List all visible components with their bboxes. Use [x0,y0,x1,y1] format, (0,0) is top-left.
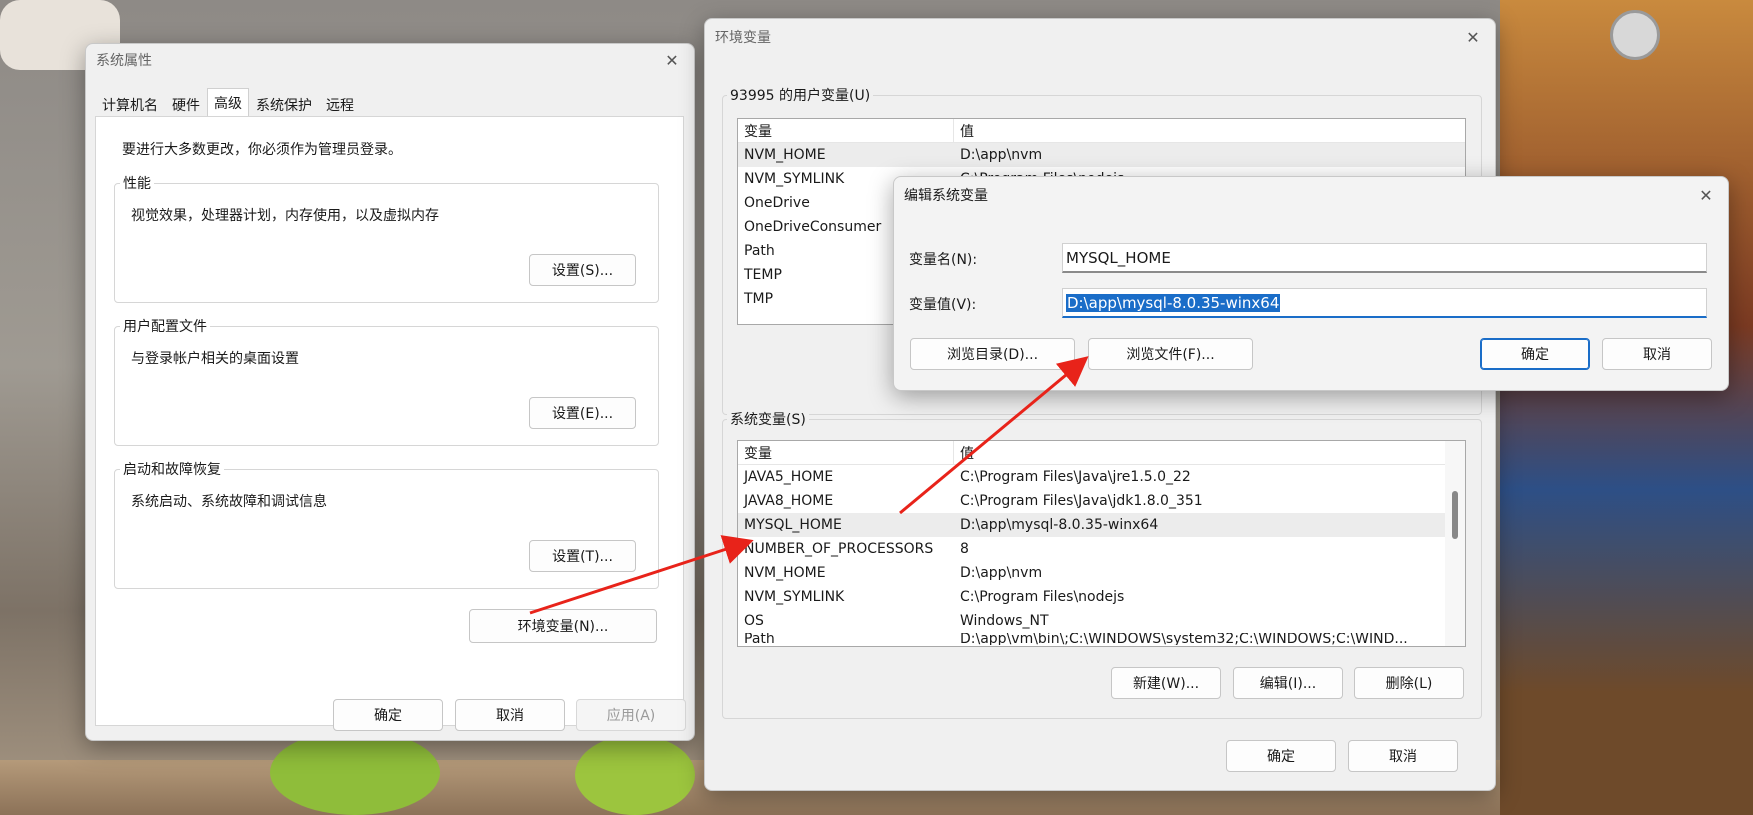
variable-value-selected-text: D:\app\mysql-8.0.35-winx64 [1066,293,1281,312]
performance-settings-button[interactable]: 设置(S)... [529,254,636,286]
startup-recovery-settings-button[interactable]: 设置(T)... [529,540,636,572]
variable-name-input[interactable]: MYSQL_HOME [1062,243,1707,273]
delete-button[interactable]: 删除(L) [1354,667,1464,699]
ok-button[interactable]: 确定 [1226,740,1336,772]
list-item[interactable]: Path D:\app\vm\bin\;C:\WINDOWS\system32;C… [738,633,1465,645]
system-properties-window: 系统属性 ✕ 计算机名 硬件 高级 系统保护 远程 要进行大多数更改，你必须作为… [85,43,695,741]
column-header-value[interactable]: 值 [954,121,974,141]
cancel-button[interactable]: 取消 [455,699,565,731]
environment-variables-button[interactable]: 环境变量(N)... [469,609,657,643]
advanced-tab-panel: 要进行大多数更改，你必须作为管理员登录。 性能 视觉效果，处理器计划，内存使用，… [95,116,684,726]
column-header-value[interactable]: 值 [954,443,974,463]
environment-variables-window: 环境变量 ✕ 93995 的用户变量(U) 变量 值 NVM_HOME D:\ap… [704,18,1496,791]
title-bar: 编辑系统变量 ✕ [894,177,1728,213]
title-bar: 系统属性 ✕ [86,44,694,76]
user-variables-group-title: 93995 的用户变量(U) [727,85,874,105]
variable-name-value: MYSQL_HOME [1066,248,1171,267]
system-variables-group-title: 系统变量(S) [727,409,809,429]
close-icon[interactable]: ✕ [1461,28,1485,47]
cancel-button[interactable]: 取消 [1348,740,1458,772]
edit-button[interactable]: 编辑(I)... [1233,667,1343,699]
list-item[interactable]: JAVA8_HOME C:\Program Files\Java\jdk1.8.0… [738,489,1465,513]
user-profiles-settings-button[interactable]: 设置(E)... [529,397,636,429]
window-title: 编辑系统变量 [904,188,988,204]
browse-directory-button[interactable]: 浏览目录(D)... [910,338,1075,370]
list-item[interactable]: OS Windows_NT [738,609,1465,633]
system-variables-list[interactable]: 变量 值 JAVA5_HOME C:\Program Files\Java\jre… [737,440,1466,647]
list-item[interactable]: NVM_HOME D:\app\nvm [738,561,1465,585]
window-title: 系统属性 [96,53,152,69]
user-profiles-group-title: 用户配置文件 [120,316,210,336]
browse-file-button[interactable]: 浏览文件(F)... [1088,338,1253,370]
scrollbar[interactable] [1445,441,1465,646]
ok-button[interactable]: 确定 [1480,338,1590,370]
list-item[interactable]: NVM_HOME D:\app\nvm [738,143,1465,167]
close-icon[interactable]: ✕ [660,51,684,70]
list-item[interactable]: JAVA5_HOME C:\Program Files\Java\jre1.5.0… [738,465,1465,489]
variable-value-label: 变量值(V): [909,297,977,313]
background-toy-base [575,735,695,815]
scrollbar-thumb[interactable] [1452,491,1458,539]
edit-system-variable-dialog: 编辑系统变量 ✕ 变量名(N): MYSQL_HOME 变量值(V): D:\a… [893,176,1729,391]
window-title: 环境变量 [715,30,771,46]
background-toy-figure [1500,0,1753,815]
cancel-button[interactable]: 取消 [1602,338,1712,370]
list-item[interactable]: NVM_SYMLINKC:\Program Files\nodejs [738,585,1465,609]
startup-recovery-description: 系统启动、系统故障和调试信息 [131,494,327,510]
close-icon[interactable]: ✕ [1694,186,1718,205]
variable-name-label: 变量名(N): [909,252,978,268]
background-toy-base [270,730,440,815]
variable-value-input[interactable]: D:\app\mysql-8.0.35-winx64 [1062,288,1707,318]
ok-button[interactable]: 确定 [333,699,443,731]
performance-group-title: 性能 [120,173,154,193]
column-header-variable[interactable]: 变量 [738,443,772,463]
list-item[interactable]: NUMBER_OF_PROCESSORS 8 [738,537,1465,561]
performance-description: 视觉效果，处理器计划，内存使用，以及虚拟内存 [131,208,439,224]
new-button[interactable]: 新建(W)... [1111,667,1221,699]
apply-button[interactable]: 应用(A) [576,699,686,731]
admin-notice: 要进行大多数更改，你必须作为管理员登录。 [122,142,402,158]
background-toy-button [1610,10,1660,60]
title-bar: 环境变量 ✕ [705,19,1495,55]
list-header: 变量 值 [738,441,1465,465]
list-item-selected[interactable]: MYSQL_HOME D:\app\mysql-8.0.35-winx64 [738,513,1465,537]
list-header: 变量 值 [738,119,1465,143]
column-header-variable[interactable]: 变量 [738,121,772,141]
user-profiles-description: 与登录帐户相关的桌面设置 [131,351,299,367]
startup-recovery-group-title: 启动和故障恢复 [120,459,224,479]
